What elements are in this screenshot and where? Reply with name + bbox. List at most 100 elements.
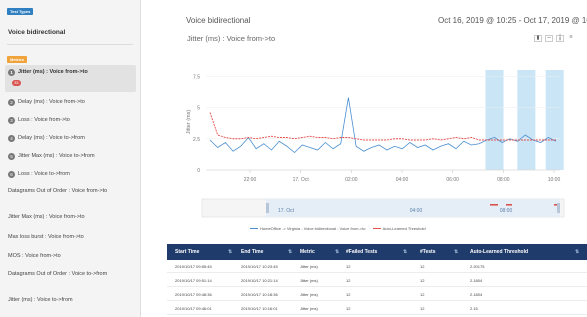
range-handle-right bbox=[557, 203, 560, 213]
bar-chart-icon[interactable]: ▮ bbox=[534, 35, 542, 42]
menu-icon[interactable]: ≡ bbox=[567, 34, 575, 42]
column-chart-icon[interactable]: ╽ bbox=[556, 35, 564, 42]
table-cell: 12 bbox=[346, 264, 351, 269]
table-cell: Jitter (ms) bbox=[300, 278, 318, 283]
col-end-time[interactable]: End Time bbox=[241, 244, 263, 260]
metric-label: Delay (ms) : Voice to->from bbox=[18, 135, 85, 141]
table-row[interactable]: 2019/10/17 09:51:14 2019/10/17 10:21:14 Ji… bbox=[167, 274, 587, 287]
table-cell: 2.20175 bbox=[470, 264, 485, 269]
metric-item-jitter-max-from-to[interactable]: Jitter Max (ms) : Voice from->to bbox=[8, 214, 132, 222]
x-tick-label: 02:00 bbox=[345, 177, 358, 183]
metric-label: Loss : Voice to->from bbox=[18, 171, 70, 177]
table-cell: 12 bbox=[420, 278, 425, 283]
table-cell: 12 bbox=[346, 278, 351, 283]
sort-icon[interactable]: ⇅ bbox=[228, 244, 232, 260]
table-cell: 2019/10/17 10:16:01 bbox=[241, 306, 278, 311]
table-cell: 2.1804 bbox=[470, 278, 483, 283]
legend-series-jitter[interactable]: HomeOffice -> Virginia - Voice bidirecti… bbox=[260, 226, 365, 231]
metric-label: Delay (ms) : Voice from->to bbox=[18, 99, 85, 105]
test-type-selected[interactable]: Voice bidirectional bbox=[8, 29, 65, 36]
table-cell: Jitter (ms) bbox=[300, 264, 318, 269]
navigator-label: 17. Oct bbox=[278, 208, 295, 214]
metric-item-delay-from-to[interactable]: 2 Delay (ms) : Voice from->to bbox=[8, 99, 132, 108]
chart-title: Jitter (ms) : Voice from->to bbox=[187, 34, 276, 43]
table-cell: 2.15 bbox=[470, 306, 478, 311]
metric-number: 6 bbox=[8, 171, 15, 179]
date-range[interactable]: Oct 16, 2019 @ 10:25 - Oct 17, 2019 @ 10… bbox=[438, 16, 587, 25]
sort-icon[interactable]: ⇅ bbox=[403, 244, 407, 260]
metric-number: 2 bbox=[8, 99, 15, 107]
navigator-label: 08:00 bbox=[500, 208, 513, 214]
y-tick-label: 5 bbox=[197, 106, 200, 112]
series-line-jitter bbox=[209, 97, 557, 154]
table-row[interactable]: 2019/10/17 09:55:45 2019/10/17 10:23:45 Ji… bbox=[167, 260, 587, 273]
col-failed-tests[interactable]: #Failed Tests bbox=[346, 244, 377, 260]
series-line-threshold bbox=[209, 112, 556, 141]
table-cell: Jitter (ms) bbox=[300, 306, 318, 311]
sidebar: Test Types Voice bidirectional Metrics 1… bbox=[0, 0, 141, 317]
y-tick-label: 0 bbox=[197, 168, 200, 174]
y-tick-label: 2.5 bbox=[193, 137, 200, 143]
metric-item-datagrams-ooo-to-from[interactable]: Datagrams Out of Order : Voice to->from bbox=[8, 271, 126, 279]
x-tick-label: 17. Oct bbox=[293, 177, 310, 183]
line-chart-icon[interactable]: ∼ bbox=[545, 35, 553, 42]
range-handle-left bbox=[266, 203, 269, 213]
anomaly-band bbox=[545, 70, 564, 170]
table-header: Start Time ⇅ End Time ⇅ Metric ⇅ #Failed… bbox=[167, 244, 587, 260]
jitter-chart: 7.5 5 2.5 0 Jitter (ms) 22:00 17. Oct 02:00 04:0… bbox=[186, 70, 565, 218]
metric-item-jitter-to-from[interactable]: Jitter (ms) : Voice to->from bbox=[8, 297, 132, 305]
metric-item-jitter-from-to[interactable]: 1 Jitter (ms) : Voice from->to bbox=[8, 69, 132, 78]
y-tick-label: 7.5 bbox=[193, 74, 200, 80]
x-tick-label: 10:00 bbox=[548, 177, 561, 183]
table-cell: 12 bbox=[420, 292, 425, 297]
sort-icon[interactable]: ⇅ bbox=[575, 244, 579, 260]
table-cell: 12 bbox=[346, 306, 351, 311]
col-tests[interactable]: #Tests bbox=[420, 244, 435, 260]
legend-series-threshold[interactable]: Auto-Learned Threshold bbox=[383, 226, 426, 231]
table-cell: 2019/10/17 09:51:14 bbox=[175, 278, 212, 283]
legend-swatch-jitter bbox=[250, 228, 258, 230]
table-cell: 12 bbox=[420, 306, 425, 311]
table-cell: 2019/10/17 10:23:45 bbox=[241, 264, 278, 269]
sort-icon[interactable]: ⇅ bbox=[454, 244, 458, 260]
col-metric[interactable]: Metric bbox=[300, 244, 315, 260]
anomaly-band bbox=[485, 70, 504, 170]
metric-item-datagrams-ooo-from-to[interactable]: Datagrams Out of Order : Voice from->to bbox=[8, 188, 130, 196]
anomaly-band bbox=[517, 70, 536, 170]
metric-item-delay-to-from[interactable]: 4 Delay (ms) : Voice to->from bbox=[8, 135, 132, 144]
metric-number: 4 bbox=[8, 135, 15, 143]
col-auto-learned-threshold[interactable]: Auto-Learned Threshold bbox=[470, 244, 528, 260]
metric-item-mos[interactable]: MOS : Voice from->to bbox=[8, 253, 132, 261]
metric-item-loss-to-from[interactable]: 6 Loss : Voice to->from bbox=[8, 171, 132, 180]
legend-swatch-threshold bbox=[372, 228, 381, 230]
metric-label: Jitter (ms) : Voice from->to bbox=[18, 69, 88, 75]
sort-icon[interactable]: ⇅ bbox=[288, 244, 292, 260]
metric-item-loss-from-to[interactable]: 3 Loss : Voice from->to bbox=[8, 117, 132, 126]
table-cell: 2019/10/17 09:48:36 bbox=[175, 292, 212, 297]
table-cell: 12 bbox=[346, 292, 351, 297]
navigator-label: 04:00 bbox=[410, 208, 423, 214]
x-tick-label: 04:00 bbox=[396, 177, 409, 183]
table-row[interactable]: 2019/10/17 09:46:01 2019/10/17 10:16:01 Ji… bbox=[167, 302, 587, 315]
metric-number: 1 bbox=[8, 69, 15, 77]
app-root: Test Types Voice bidirectional Metrics 1… bbox=[0, 0, 587, 317]
metric-number: 5 bbox=[8, 153, 15, 161]
metric-label: Loss : Voice from->to bbox=[18, 117, 70, 123]
metrics-badge: Metrics bbox=[7, 56, 28, 63]
metric-label: Jitter Max (ms) : Voice to->from bbox=[18, 153, 95, 159]
x-tick-label: 06:00 bbox=[446, 177, 459, 183]
divider bbox=[7, 44, 133, 45]
table-cell: Jitter (ms) bbox=[300, 292, 318, 297]
navigator-anomaly-mark bbox=[506, 204, 512, 206]
metric-item-max-loss-burst[interactable]: Max loss burst : Voice from->to bbox=[8, 234, 132, 242]
table-cell: 2019/10/17 10:21:14 bbox=[241, 278, 278, 283]
table-row[interactable]: 2019/10/17 09:48:36 2019/10/17 10:18:36 Ji… bbox=[167, 288, 587, 301]
y-axis-label: Jitter (ms) bbox=[186, 110, 192, 135]
sort-icon[interactable]: ⇅ bbox=[335, 244, 339, 260]
navigator-anomaly-mark bbox=[490, 204, 498, 206]
table-cell: 2019/10/17 09:46:01 bbox=[175, 306, 212, 311]
table-cell: 2019/10/17 09:55:45 bbox=[175, 264, 212, 269]
metric-number: 3 bbox=[8, 117, 15, 125]
col-start-time[interactable]: Start Time bbox=[175, 244, 199, 260]
metric-item-jitter-max-to-from[interactable]: 5 Jitter Max (ms) : Voice to->from bbox=[8, 153, 132, 162]
